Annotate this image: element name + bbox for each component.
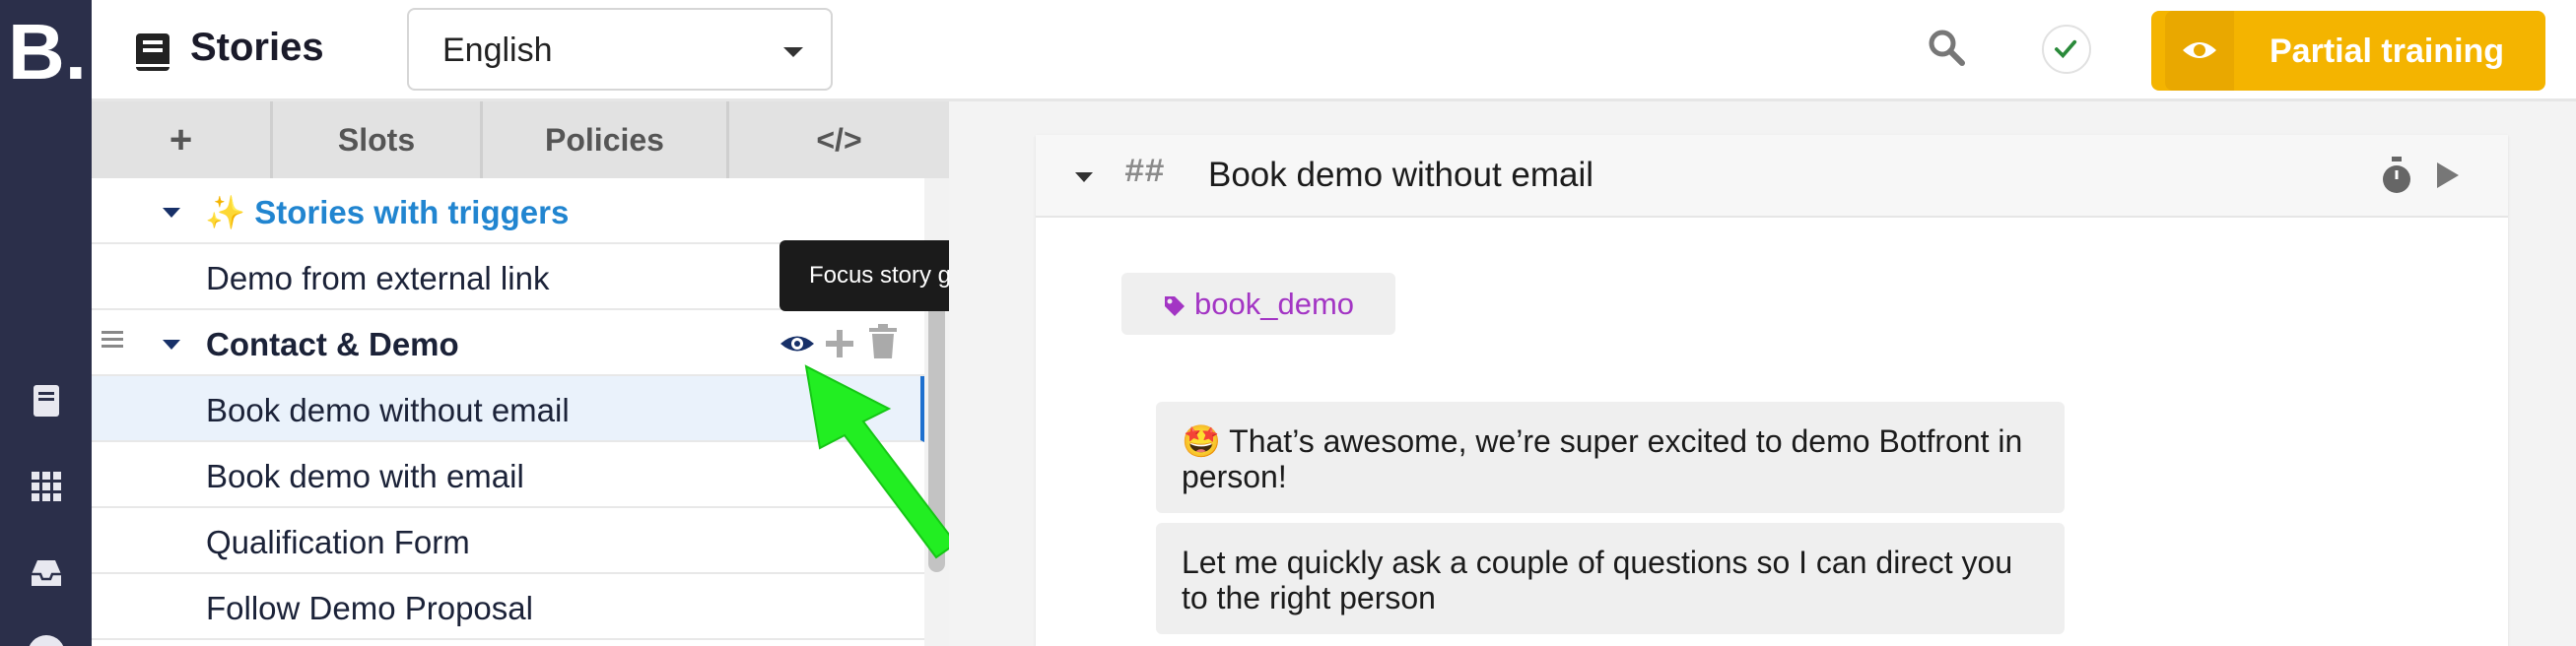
intent-chip[interactable]: book_demo: [1121, 273, 1395, 335]
tab-policies[interactable]: Policies: [483, 101, 729, 178]
sidebar-tabs: + Slots Policies </>: [92, 101, 949, 178]
grid-icon[interactable]: [28, 468, 65, 505]
eye-icon: [2183, 42, 2216, 58]
story-label: Book demo without email: [206, 392, 570, 428]
bot-message[interactable]: 🤩 That’s awesome, we’re super excited to…: [1156, 402, 2065, 513]
stopwatch-icon[interactable]: [2379, 157, 2414, 196]
scroll-thumb[interactable]: [928, 279, 945, 572]
story-title[interactable]: Book demo without email: [1208, 156, 1593, 195]
story-label: Follow Demo Proposal: [206, 590, 533, 626]
story-group-name: Contact & Demo: [206, 326, 459, 362]
checkmark-icon: [2055, 39, 2077, 59]
story-group-row[interactable]: ✨ Stories with triggers: [92, 178, 924, 244]
story-row[interactable]: Qualification Form: [92, 508, 924, 574]
caret-down-icon[interactable]: [163, 208, 180, 218]
collapse-caret-icon[interactable]: [1075, 172, 1093, 182]
tab-code[interactable]: </>: [729, 101, 949, 178]
left-rail: B.: [0, 0, 92, 646]
partial-training-button[interactable]: Partial training: [2151, 11, 2545, 91]
story-row[interactable]: Book demo with email: [92, 442, 924, 508]
eye-icon[interactable]: [778, 324, 817, 363]
tag-icon: [1165, 296, 1185, 316]
partial-training-label: Partial training: [2270, 32, 2505, 70]
intent-label: book_demo: [1194, 287, 1355, 321]
story-label: Qualification Form: [206, 524, 470, 560]
sparkles-icon: ✨: [205, 194, 246, 230]
story-row-selected[interactable]: Book demo without email: [92, 376, 924, 442]
caret-down-icon[interactable]: [163, 340, 180, 350]
story-group-row[interactable]: Contact & Demo: [92, 310, 924, 376]
story-editor-area: ## Book demo without email book_demo 🤩 T…: [949, 101, 2576, 646]
bot-message[interactable]: Let me quickly ask a couple of questions…: [1156, 523, 2065, 634]
play-icon[interactable]: [2433, 161, 2461, 190]
story-hashes: ##: [1124, 155, 1165, 192]
book-icon: [136, 33, 169, 71]
brand-logo[interactable]: B.: [8, 8, 87, 97]
page-title: Stories: [190, 26, 324, 69]
top-bar: Stories English Partial training: [92, 0, 2576, 101]
status-check-button[interactable]: [2042, 25, 2091, 74]
chevron-down-icon: [783, 47, 803, 57]
language-dropdown[interactable]: English: [407, 8, 833, 91]
rail-partial-icon[interactable]: [28, 635, 65, 646]
tab-slots[interactable]: Slots: [273, 101, 483, 178]
story-label: Book demo with email: [206, 458, 524, 494]
add-icon[interactable]: [823, 327, 856, 360]
language-value: English: [442, 32, 553, 69]
story-header: ## Book demo without email: [1036, 135, 2508, 218]
stories-icon[interactable]: [28, 382, 65, 420]
inbox-icon[interactable]: [28, 554, 65, 592]
story-group-label: ✨ Stories with triggers: [205, 194, 569, 232]
tab-add[interactable]: +: [92, 101, 273, 178]
story-group-name: Stories with triggers: [254, 194, 570, 230]
drag-handle-icon[interactable]: [102, 330, 123, 350]
story-tree-pane: + Slots Policies </> ✨ Stories with trig…: [92, 101, 949, 646]
search-icon[interactable]: [1925, 26, 1968, 69]
story-row[interactable]: Follow Demo Proposal: [92, 574, 924, 640]
story-card: ## Book demo without email book_demo 🤩 T…: [1036, 135, 2508, 646]
story-label: Demo from external link: [206, 260, 550, 296]
train-eye-section: [2165, 11, 2234, 91]
trash-icon[interactable]: [866, 324, 900, 359]
